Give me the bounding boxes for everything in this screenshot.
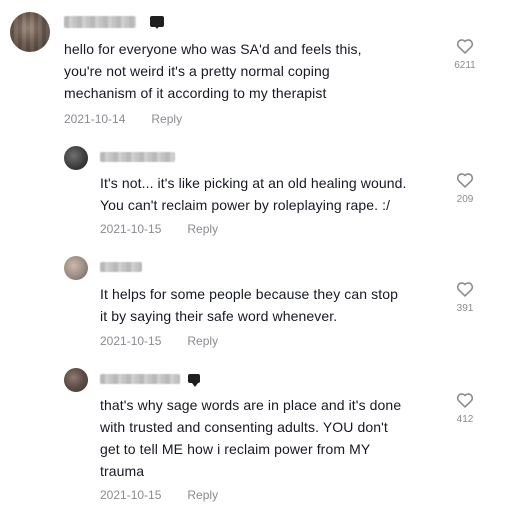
reply-button[interactable]: Reply xyxy=(187,222,218,236)
avatar[interactable] xyxy=(64,256,88,280)
creator-badge-icon xyxy=(188,374,200,387)
comment-text: It helps for some people because they ca… xyxy=(100,286,399,324)
heart-outline-icon xyxy=(456,282,474,297)
reply-comment-item: that's why sage words are in place and i… xyxy=(0,364,505,512)
comment-meta: 2021-10-14 Reply xyxy=(64,112,182,126)
comment-meta: 2021-10-15 Reply xyxy=(100,222,218,236)
comment-item: hello for everyone who was SA'd and feel… xyxy=(0,0,505,135)
avatar[interactable] xyxy=(64,146,88,170)
reply-button[interactable]: Reply xyxy=(187,334,218,348)
like-count: 412 xyxy=(456,414,474,425)
heart-outline-icon xyxy=(456,393,474,408)
reply-comment-item: It helps for some people because they ca… xyxy=(0,252,505,357)
like-button[interactable]: 412 xyxy=(445,392,485,425)
like-button[interactable]: 391 xyxy=(445,281,485,314)
comment-text: hello for everyone who was SA'd and feel… xyxy=(64,41,362,101)
reply-comment-item: It's not... it's like picking at an old … xyxy=(0,140,505,250)
avatar[interactable] xyxy=(64,368,88,392)
username-redacted[interactable] xyxy=(100,262,142,272)
like-button[interactable]: 209 xyxy=(445,172,485,205)
comment-date: 2021-10-14 xyxy=(64,112,126,126)
comment-text: It's not... it's like picking at an old … xyxy=(100,175,407,213)
reply-button[interactable]: Reply xyxy=(151,112,182,126)
creator-badge-icon xyxy=(150,16,164,29)
avatar[interactable] xyxy=(10,12,50,52)
comment-meta: 2021-10-15 Reply xyxy=(100,334,218,348)
like-count: 391 xyxy=(456,303,474,314)
like-count: 6211 xyxy=(454,60,476,71)
heart-outline-icon xyxy=(456,39,474,54)
username-redacted[interactable] xyxy=(100,374,180,384)
heart-outline-icon xyxy=(456,173,474,188)
username-redacted[interactable] xyxy=(100,152,175,162)
like-count: 209 xyxy=(456,194,474,205)
like-button[interactable]: 6211 xyxy=(445,38,485,71)
reply-button[interactable]: Reply xyxy=(187,488,218,502)
comment-date: 2021-10-15 xyxy=(100,222,162,236)
comment-date: 2021-10-15 xyxy=(100,488,162,502)
comment-date: 2021-10-15 xyxy=(100,334,162,348)
comment-meta: 2021-10-15 Reply xyxy=(100,488,218,502)
username-redacted[interactable] xyxy=(64,16,136,28)
comment-text: that's why sage words are in place and i… xyxy=(100,397,402,479)
